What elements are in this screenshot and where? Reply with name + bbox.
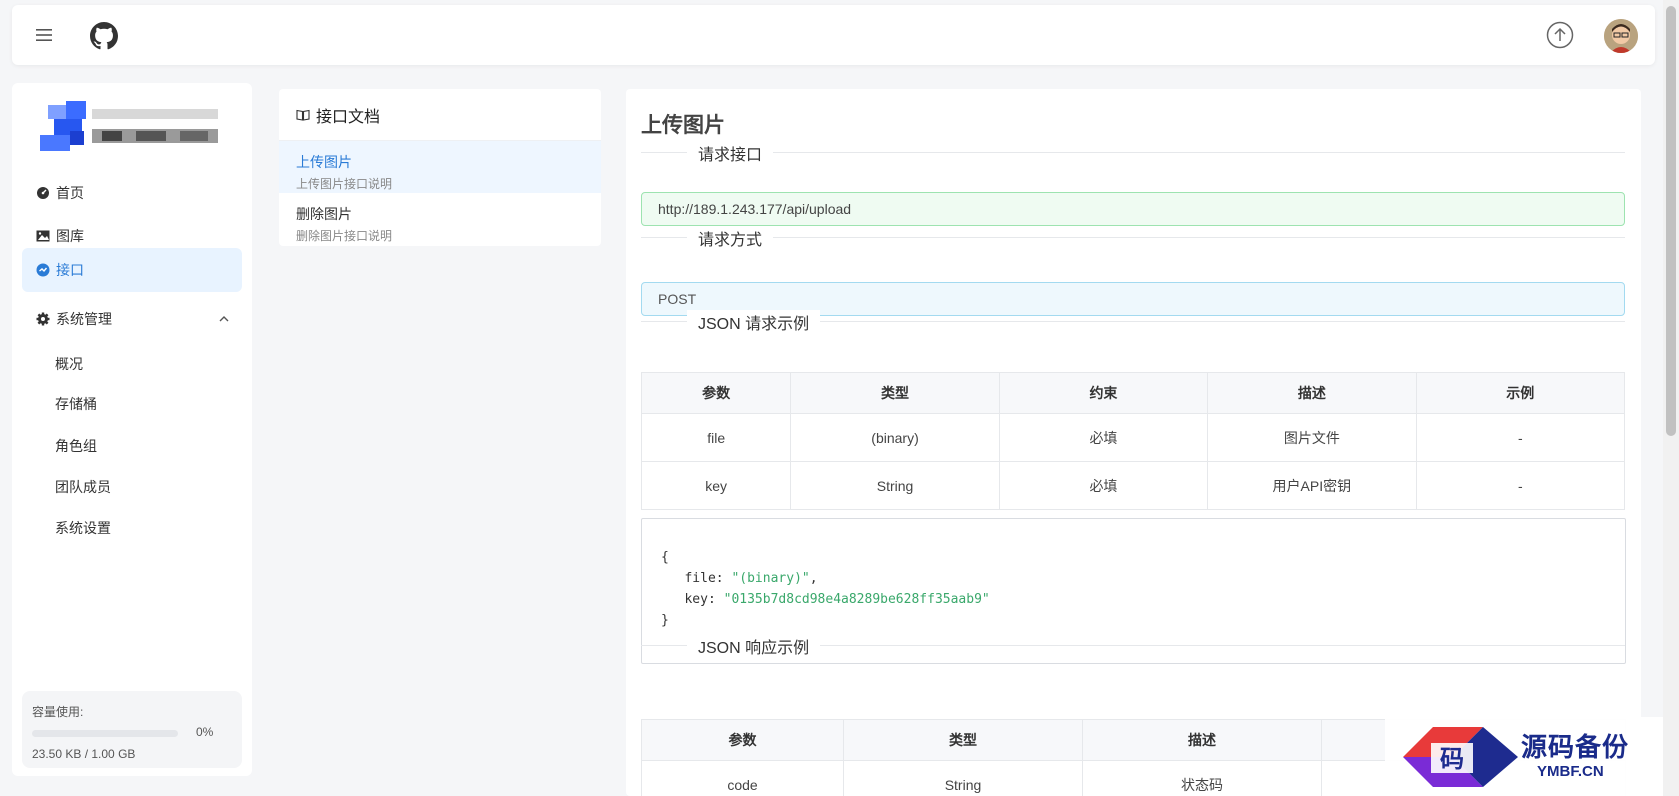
section-divider-method: 请求方式 [641, 226, 1625, 250]
top-header [12, 5, 1655, 65]
sidebar-subitem-team[interactable]: 团队成员 [55, 477, 111, 497]
watermark-logo: 码 源码备份 YMBF.CN [1385, 717, 1670, 796]
section-title: JSON 请求示例 [687, 310, 821, 334]
github-icon[interactable] [90, 22, 118, 50]
sidebar-item-label: 首页 [56, 185, 84, 201]
endpoint-url: http://189.1.243.177/api/upload [641, 192, 1625, 226]
table-cell: - [1415, 413, 1626, 462]
sidebar: 首页 图库 接口 系统管理 概况 存储桶 角色组 团队成员 系统设置 容量使用:… [12, 83, 252, 776]
request-params-table: 参数 类型 约束 描述 示例 file (binary) 必填 图片文件 - k… [640, 372, 1626, 510]
code-brace: { [661, 550, 669, 565]
docs-title: 接口文档 [316, 108, 381, 126]
user-avatar[interactable] [1604, 19, 1638, 53]
table-header: 参数 [641, 719, 844, 761]
sidebar-item-api[interactable]: 接口 [22, 248, 242, 292]
scrollbar-thumb[interactable] [1666, 6, 1676, 436]
section-divider-response: JSON 响应示例 [641, 634, 1625, 658]
code-key: file [684, 571, 716, 586]
table-header: 约束 [998, 372, 1209, 414]
dashboard-icon [37, 187, 49, 199]
code-key: key [684, 592, 708, 607]
storage-usage: 容量使用: 0% 23.50 KB / 1.00 GB [22, 691, 242, 768]
storage-percent: 0% [196, 725, 214, 739]
sidebar-item-label: 接口 [56, 262, 84, 278]
storage-progress-bar [32, 730, 178, 737]
watermark-emblem: 码 [1403, 727, 1518, 787]
sidebar-subitem-roles[interactable]: 角色组 [55, 436, 97, 456]
table-cell: (binary) [790, 413, 1000, 462]
table-row: file (binary) 必填 图片文件 - [640, 413, 1626, 462]
code-value: "0135b7d8cd98e4a8289be628ff35aab9" [723, 592, 990, 607]
table-cell: 状态码 [1082, 760, 1322, 796]
table-cell: code [641, 760, 844, 796]
api-icon [36, 263, 50, 277]
table-header: 类型 [843, 719, 1083, 761]
table-header: 参数 [640, 372, 792, 414]
api-docs-list: 接口文档 上传图片 上传图片接口说明 删除图片 删除图片接口说明 [279, 89, 601, 246]
svg-text:码: 码 [1440, 744, 1464, 773]
section-title: 请求接口 [687, 141, 774, 165]
watermark-text-en: YMBF.CN [1537, 763, 1604, 780]
table-header: 描述 [1082, 719, 1322, 761]
sidebar-item-label: 系统管理 [56, 311, 112, 327]
arrow-up-circle-icon[interactable] [1546, 21, 1574, 49]
table-header: 类型 [790, 372, 1000, 414]
page-title: 上传图片 [641, 114, 725, 137]
doc-item-desc: 上传图片接口说明 [296, 177, 393, 191]
sidebar-subitem-buckets[interactable]: 存储桶 [55, 394, 97, 414]
api-doc-content: 上传图片 请求接口 http://189.1.243.177/api/uploa… [626, 89, 1641, 796]
table-cell: file [640, 413, 792, 462]
doc-item-upload[interactable]: 上传图片 上传图片接口说明 [279, 141, 601, 193]
table-cell: 图片文件 [1207, 413, 1417, 462]
sidebar-item-system[interactable]: 系统管理 [22, 297, 242, 341]
section-divider-endpoint: 请求接口 [641, 141, 1625, 165]
table-header: 示例 [1415, 372, 1626, 414]
table-cell: key [640, 461, 792, 510]
sidebar-item-label: 图库 [56, 228, 84, 244]
table-cell: String [790, 461, 1000, 510]
doc-item-title: 上传图片 [296, 154, 352, 170]
storage-label: 容量使用: [32, 705, 84, 719]
image-icon [36, 230, 50, 242]
watermark-text-cn: 源码备份 [1521, 733, 1630, 763]
page-scrollbar[interactable] [1663, 0, 1679, 796]
doc-item-delete[interactable]: 删除图片 删除图片接口说明 [279, 193, 601, 245]
sidebar-item-home[interactable]: 首页 [22, 171, 242, 215]
hamburger-menu-icon[interactable] [34, 25, 54, 45]
book-icon [296, 109, 310, 121]
docs-header: 接口文档 [279, 89, 601, 141]
table-cell: - [1415, 461, 1626, 510]
table-header: 描述 [1207, 372, 1417, 414]
table-cell: 必填 [998, 461, 1209, 510]
table-cell: 用户API密钥 [1207, 461, 1417, 510]
code-brace: } [661, 613, 669, 628]
table-header-row: 参数 类型 约束 描述 示例 [640, 372, 1626, 414]
doc-item-desc: 删除图片接口说明 [296, 229, 393, 243]
section-divider-request: JSON 请求示例 [641, 310, 1625, 334]
gear-icon [36, 312, 50, 326]
doc-item-title: 删除图片 [296, 206, 352, 222]
logo-image [40, 101, 218, 151]
chevron-up-icon[interactable] [218, 313, 230, 325]
section-title: JSON 响应示例 [687, 634, 821, 658]
code-value: "(binary)" [731, 571, 810, 586]
table-row: key String 必填 用户API密钥 - [640, 461, 1626, 510]
table-cell: String [843, 760, 1083, 796]
section-title: 请求方式 [687, 226, 774, 250]
sidebar-subitem-overview[interactable]: 概况 [55, 354, 83, 374]
storage-size: 23.50 KB / 1.00 GB [32, 747, 136, 761]
table-cell: 必填 [998, 413, 1209, 462]
sidebar-subitem-settings[interactable]: 系统设置 [55, 518, 111, 538]
